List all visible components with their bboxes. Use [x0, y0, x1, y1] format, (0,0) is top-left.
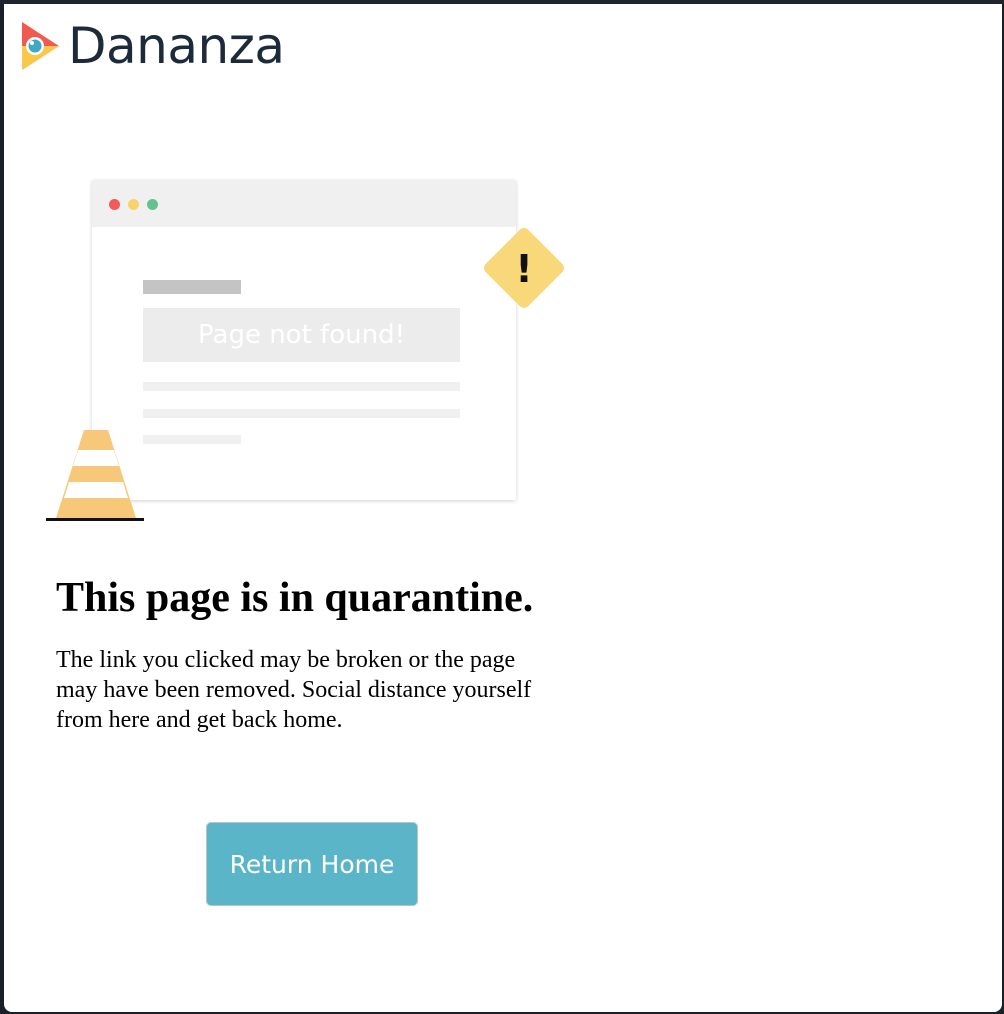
brand-name: Dananza: [68, 17, 285, 75]
window-dot-yellow: [128, 199, 139, 210]
page-headline: This page is in quarantine.: [56, 575, 534, 621]
page-window: Dananza Page not found! ! This page is i…: [4, 4, 1002, 1012]
traffic-cone-icon: [46, 430, 144, 521]
placeholder-bar: [143, 280, 241, 294]
placeholder-line: [143, 409, 460, 418]
page-not-found-box: Page not found!: [143, 308, 460, 362]
error-illustration: Page not found! !: [42, 178, 582, 528]
window-dot-red: [109, 199, 120, 210]
page-description: The link you clicked may be broken or th…: [56, 647, 532, 733]
browser-title-bar: [92, 180, 516, 227]
placeholder-line: [143, 382, 460, 391]
return-home-button[interactable]: Return Home: [206, 822, 418, 906]
warning-symbol: !: [515, 247, 532, 291]
browser-mockup: Page not found!: [92, 180, 516, 500]
warning-diamond-icon: !: [484, 228, 564, 308]
placeholder-line: [143, 435, 241, 444]
dananza-logo-icon: [22, 22, 59, 70]
brand-logo[interactable]: Dananza: [18, 18, 285, 74]
page-not-found-text: Page not found!: [198, 320, 405, 350]
window-dot-green: [147, 199, 158, 210]
